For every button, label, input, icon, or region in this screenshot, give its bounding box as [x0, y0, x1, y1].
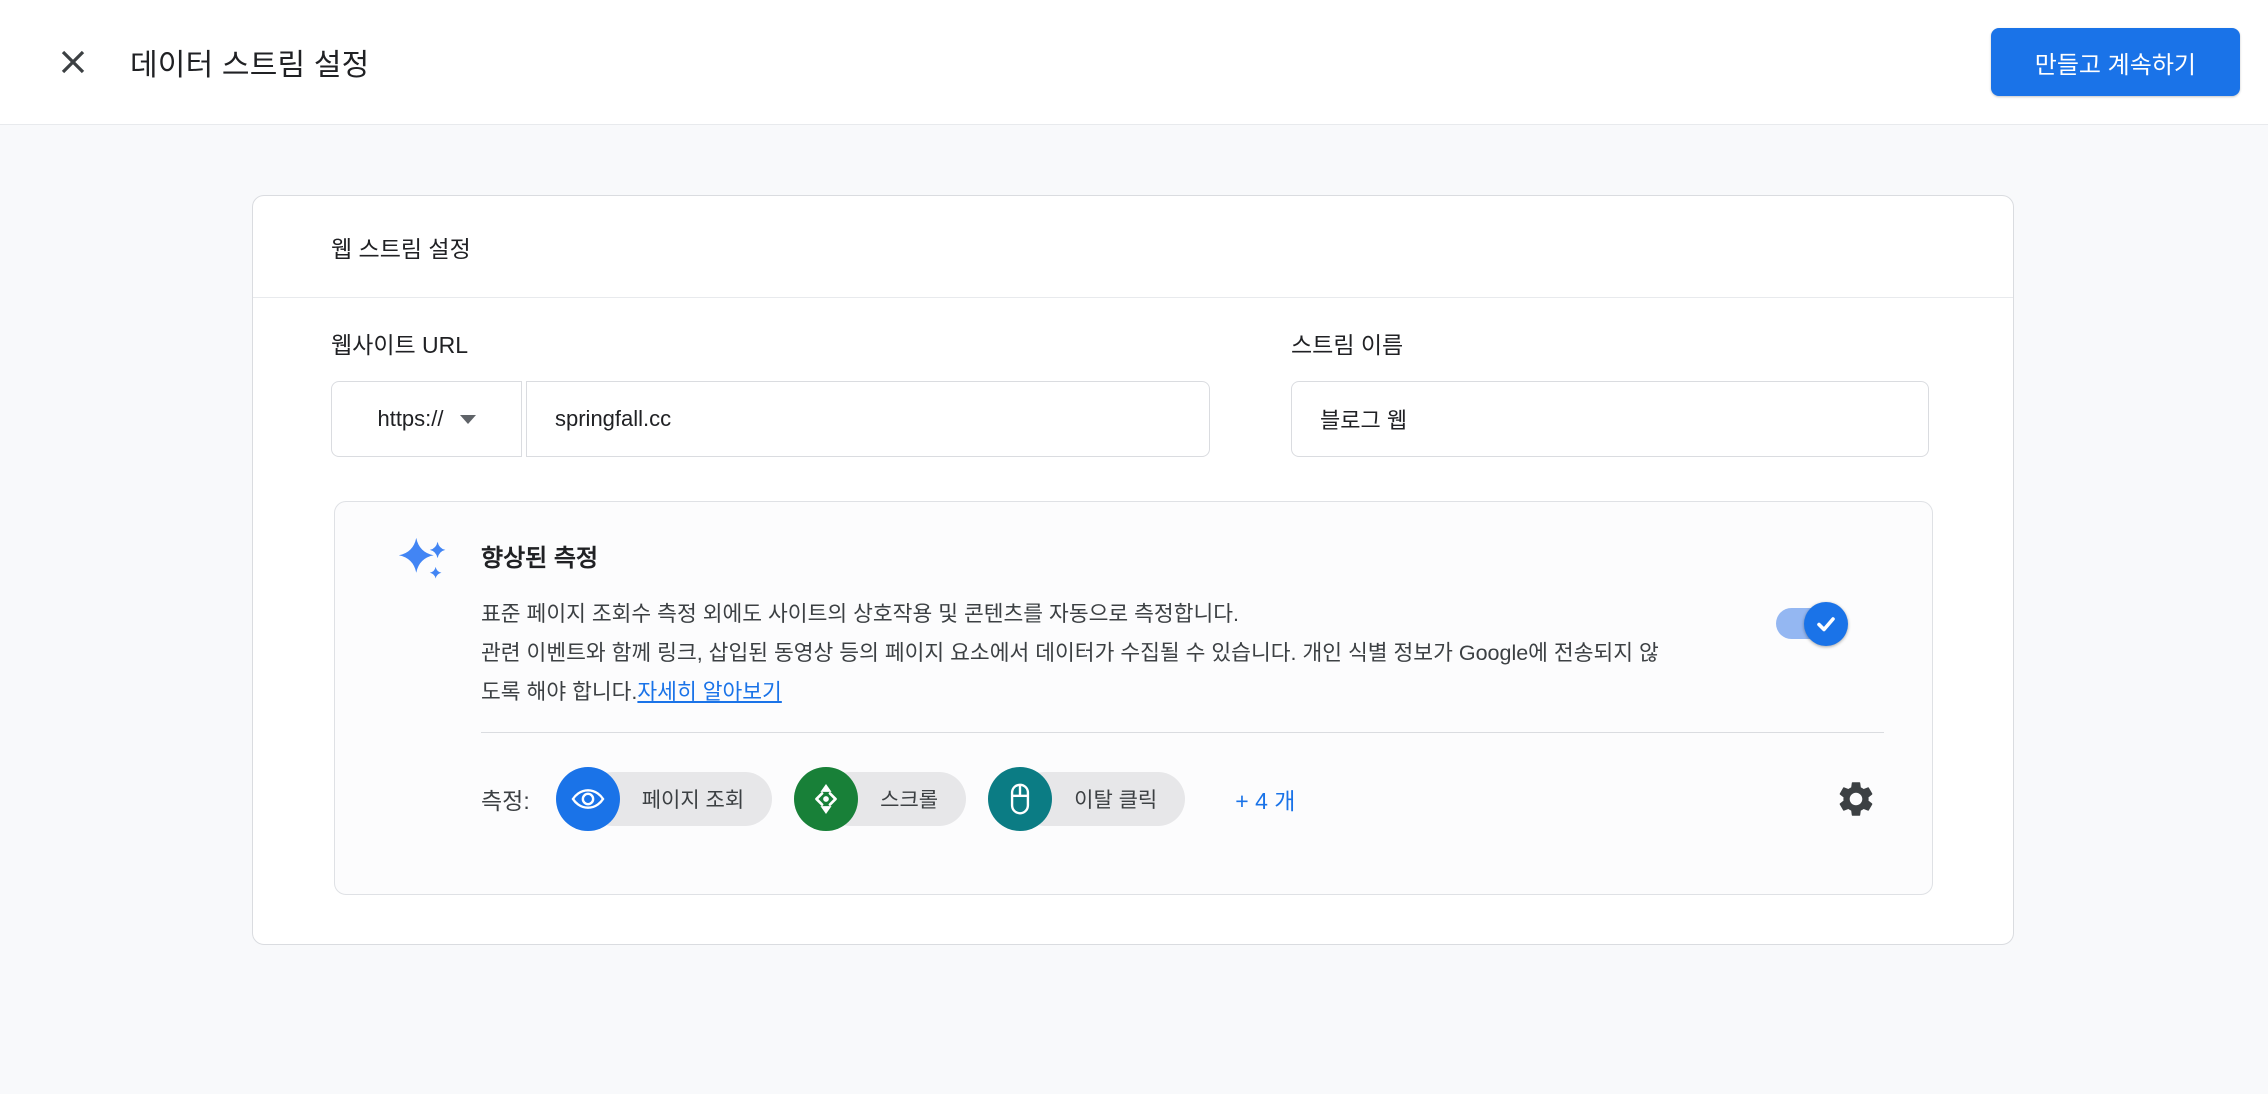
learn-more-link[interactable]: 자세히 알아보기 [637, 680, 781, 704]
stream-name-input[interactable] [1291, 381, 1929, 457]
stream-form: 웹사이트 URL https:// 스트림 이름 [331, 326, 1929, 457]
mouse-icon [988, 767, 1052, 831]
measurement-settings-button[interactable] [1830, 773, 1882, 825]
close-icon [58, 47, 88, 77]
measure-label: 측정: [481, 782, 530, 816]
scroll-icon [794, 767, 858, 831]
description-line: 관련 이벤트와 함께 링크, 삽입된 동영상 등의 페이지 요소에서 데이터가 … [481, 634, 1884, 673]
page-title: 데이터 스트림 설정 [130, 40, 369, 84]
chip-scroll: 스크롤 [794, 767, 966, 831]
stream-name-label: 스트림 이름 [1291, 326, 1929, 360]
enhanced-measurement-description: 표준 페이지 조회수 측정 외에도 사이트의 상호작용 및 콘텐츠를 자동으로 … [481, 595, 1884, 712]
enhanced-measurement-panel: 향상된 측정 표준 페이지 조회수 측정 외에도 사이트의 상호작용 및 콘텐츠… [334, 501, 1933, 895]
chevron-down-icon [460, 415, 476, 424]
panel-divider [481, 732, 1884, 733]
show-more-link[interactable]: + 4 개 [1235, 782, 1295, 816]
chip-page-view: 페이지 조회 [556, 767, 772, 831]
website-url-label: 웹사이트 URL [331, 326, 1213, 360]
card-title: 웹 스트림 설정 [253, 196, 2013, 298]
measurement-row: 측정: 페이지 조회 [481, 767, 1884, 831]
web-stream-card: 웹 스트림 설정 웹사이트 URL https:// 스트림 이름 [252, 195, 2014, 945]
gear-icon [1835, 778, 1877, 820]
create-and-continue-button[interactable]: 만들고 계속하기 [1991, 28, 2240, 96]
protocol-dropdown[interactable]: https:// [331, 381, 522, 457]
close-button[interactable] [50, 39, 96, 85]
sparkle-icon [393, 532, 455, 594]
website-url-input[interactable] [526, 381, 1210, 457]
eye-icon [556, 767, 620, 831]
chip-outbound-click: 이탈 클릭 [988, 767, 1185, 831]
enhanced-measurement-title: 향상된 측정 [481, 538, 1884, 573]
description-line: 표준 페이지 조회수 측정 외에도 사이트의 상호작용 및 콘텐츠를 자동으로 … [481, 595, 1884, 634]
protocol-selected-value: https:// [377, 406, 443, 432]
description-line: 도록 해야 합니다.자세히 알아보기 [481, 673, 1884, 712]
dialog-header: 데이터 스트림 설정 만들고 계속하기 [0, 0, 2268, 125]
